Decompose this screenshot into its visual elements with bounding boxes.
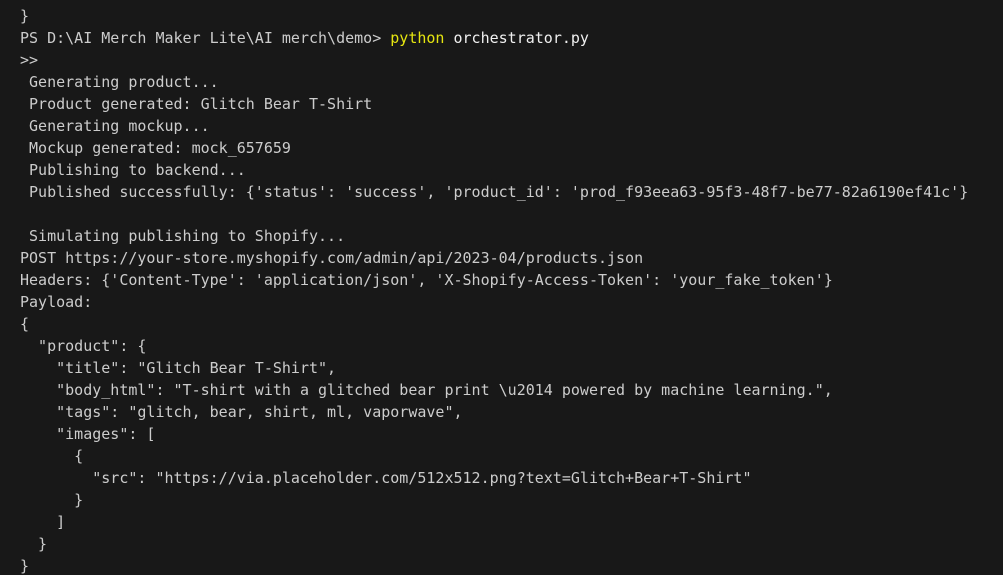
- output-line: "title": "Glitch Bear T-Shirt",: [20, 359, 337, 377]
- output-line: }: [20, 491, 84, 509]
- output-line: {: [20, 447, 84, 465]
- output-line: Product generated: Glitch Bear T-Shirt: [20, 95, 373, 113]
- output-line: Generating product...: [20, 73, 219, 91]
- prompt-path: PS D:\AI Merch Maker Lite\AI merch\demo>: [20, 29, 391, 47]
- output-line: Headers: {'Content-Type': 'application/j…: [20, 271, 833, 289]
- output-line: POST https://your-store.myshopify.com/ad…: [20, 249, 644, 267]
- output-line: }: [20, 557, 30, 575]
- command-argument: orchestrator.py: [444, 29, 589, 47]
- output-line: Publishing to backend...: [20, 161, 246, 179]
- output-line: {: [20, 315, 30, 333]
- continuation-prompt: >>: [20, 51, 39, 69]
- output-line: "product": {: [20, 337, 147, 355]
- output-line: Mockup generated: mock_657659: [20, 139, 291, 157]
- output-line: Published successfully: {'status': 'succ…: [20, 183, 969, 201]
- output-line: Simulating publishing to Shopify...: [20, 227, 346, 245]
- output-line: }: [20, 7, 30, 25]
- output-line: ]: [20, 513, 66, 531]
- terminal-panel[interactable]: } PS D:\AI Merch Maker Lite\AI merch\dem…: [0, 0, 1003, 575]
- output-line: "src": "https://via.placeholder.com/512x…: [20, 469, 752, 487]
- output-line: "images": [: [20, 425, 156, 443]
- command-name: python: [390, 29, 445, 47]
- prompt-line: PS D:\AI Merch Maker Lite\AI merch\demo>…: [20, 27, 1003, 49]
- output-line: "tags": "glitch, bear, shirt, ml, vaporw…: [20, 403, 463, 421]
- output-line: Payload:: [20, 293, 93, 311]
- output-line: }: [20, 535, 48, 553]
- terminal-output: } PS D:\AI Merch Maker Lite\AI merch\dem…: [20, 5, 1003, 575]
- output-line: "body_html": "T-shirt with a glitched be…: [20, 381, 833, 399]
- output-line: Generating mockup...: [20, 117, 210, 135]
